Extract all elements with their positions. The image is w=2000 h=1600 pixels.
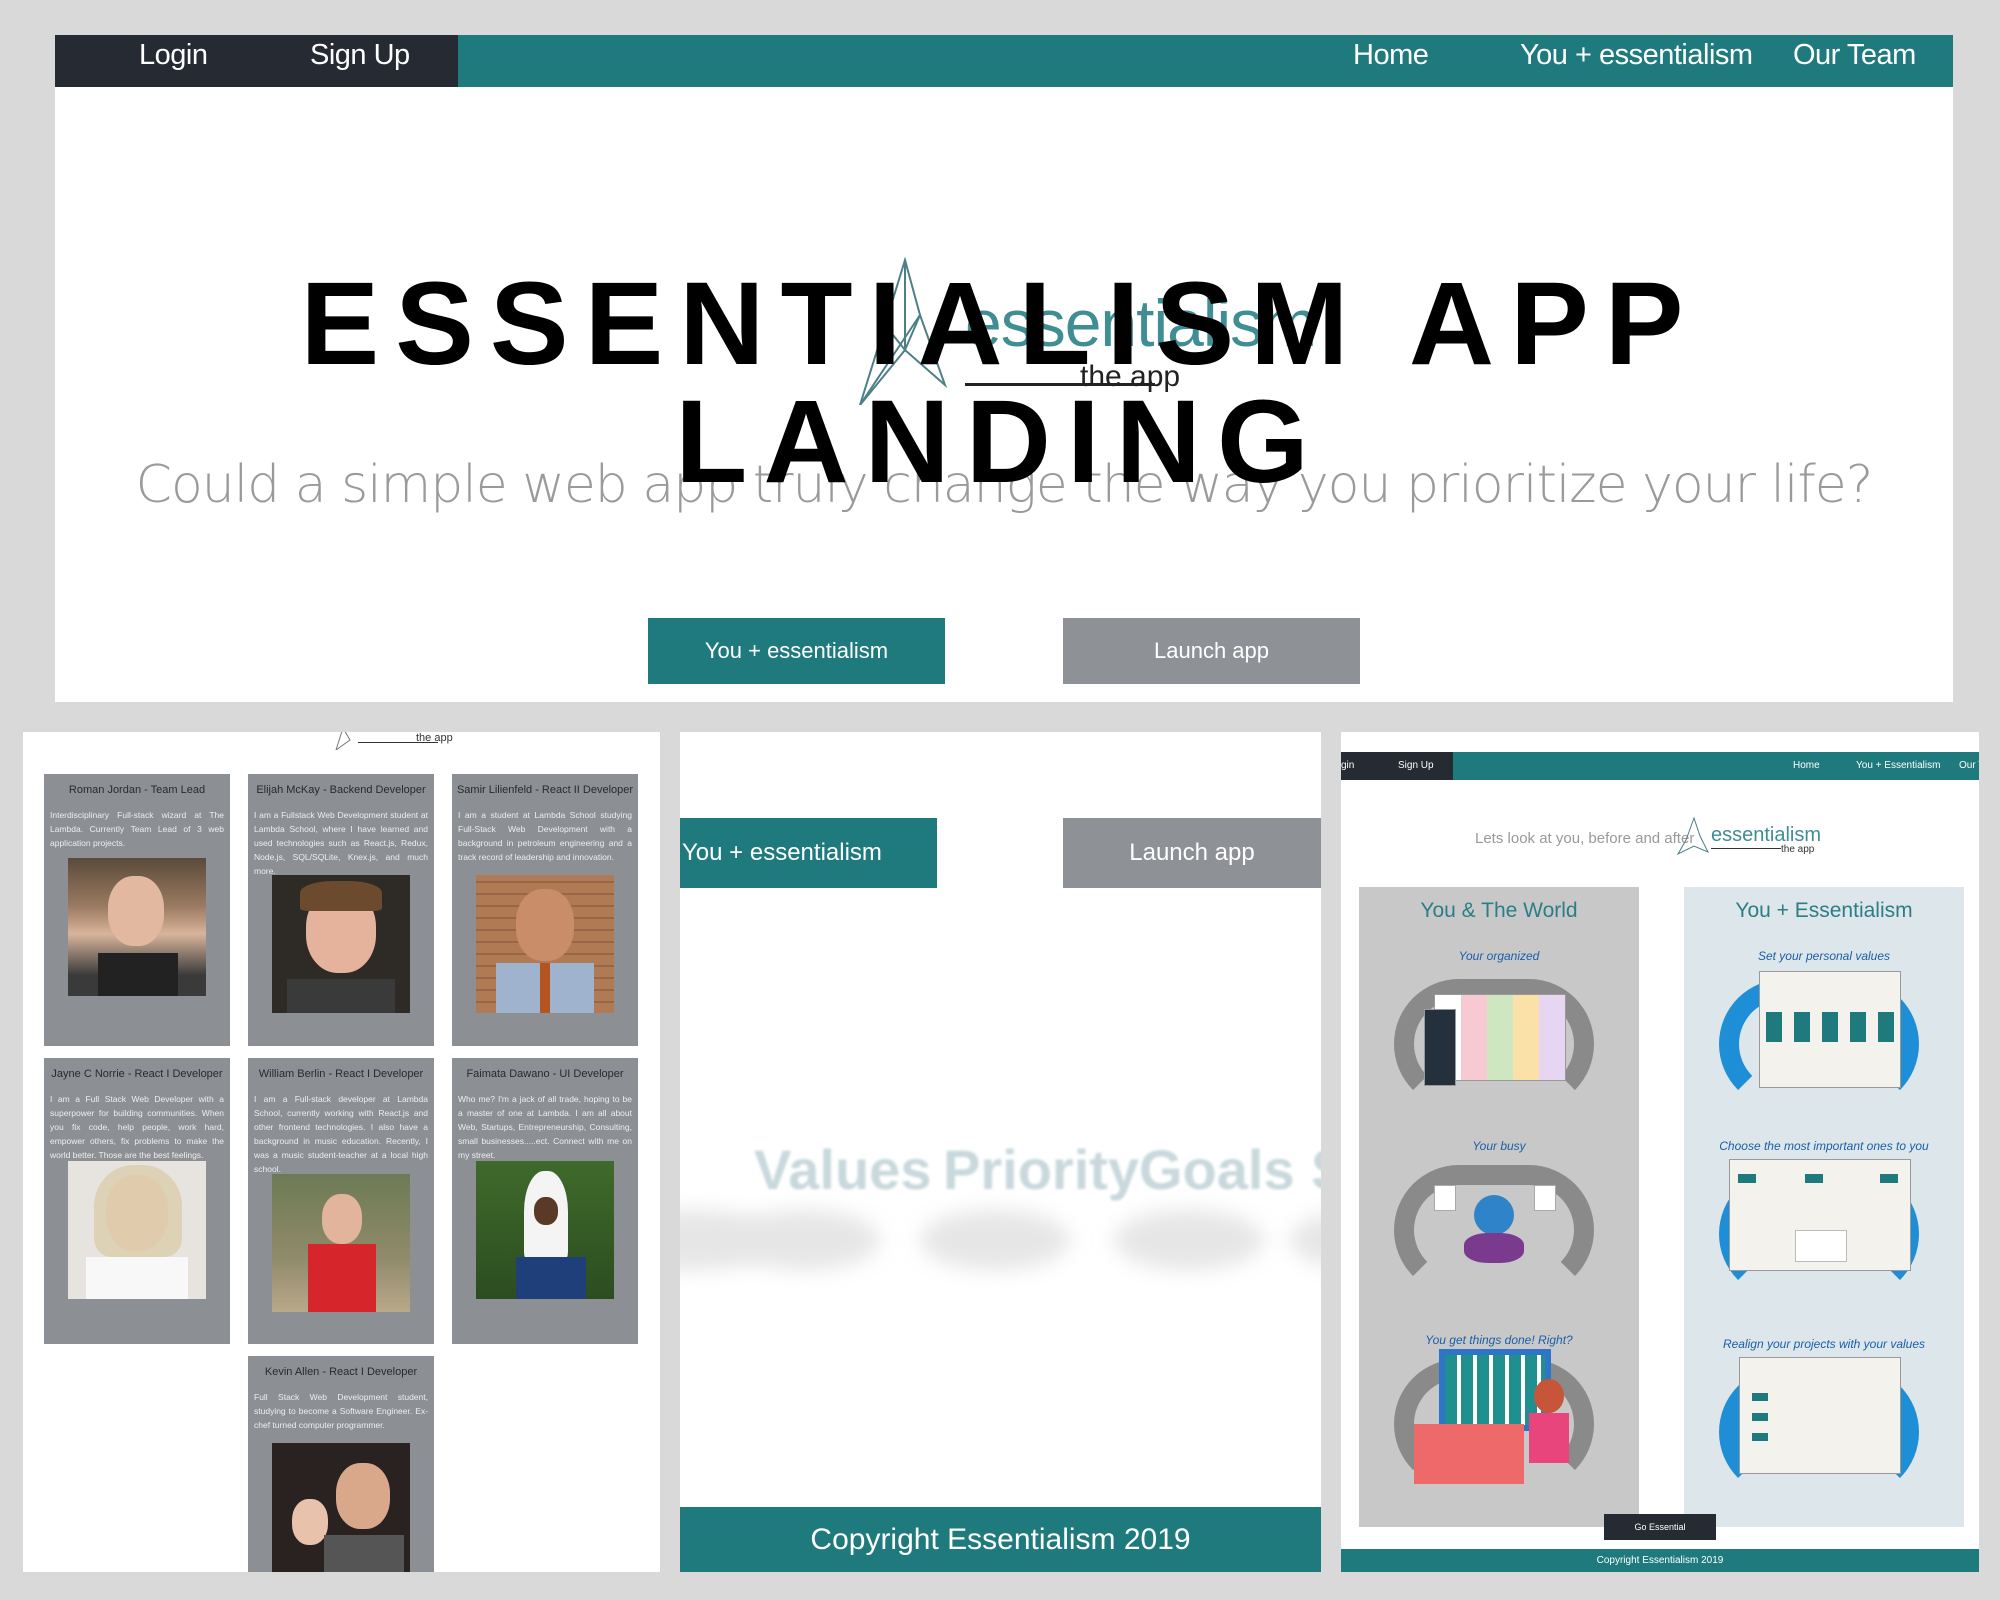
before-after-intro: Lets look at you, before and after — [1475, 830, 1695, 847]
origami-crane-icon — [1676, 816, 1710, 856]
logo-subtitle: the app — [1781, 844, 1815, 855]
you-essentialism-button[interactable]: You + essentialism — [680, 818, 937, 888]
gray-cloud-illustration — [1394, 969, 1604, 1119]
team-card: Kevin Allen - React I Developer Full Sta… — [248, 1356, 434, 1572]
crane-icon — [328, 732, 358, 752]
blurred-shadow — [1114, 1210, 1264, 1270]
priority-word: Priority — [943, 1138, 1140, 1201]
team-card: Elijah McKay - Backend Developer I am a … — [248, 774, 434, 1046]
team-member-name: Samir Lilienfeld - React II Developer — [456, 784, 634, 796]
team-member-bio: I am a Fullstack Web Development student… — [254, 810, 428, 876]
before-column-title: You & The World — [1420, 899, 1578, 922]
go-essential-button[interactable]: Go Essential — [1604, 1514, 1716, 1540]
overlay-title-line-1: ESSENTIALISM APP — [300, 258, 1700, 390]
team-member-photo — [476, 1161, 614, 1299]
team-member-name: William Berlin - React I Developer — [258, 1068, 424, 1080]
team-screenshot: the app Roman Jordan - Team Lead Interdi… — [23, 732, 660, 1572]
nav-account — [1341, 752, 1453, 780]
after-column-title: You + Essentialism — [1735, 899, 1913, 922]
values-word: Values — [754, 1138, 932, 1201]
blurred-shadow — [920, 1210, 1070, 1270]
blurred-shadow — [730, 1210, 880, 1270]
team-card: Jayne C Norrie - React I Developer I am … — [44, 1058, 230, 1344]
team-member-photo — [68, 1161, 206, 1299]
nav-signup-link[interactable]: Sign Up — [1398, 760, 1434, 771]
copyright-footer: Copyright Essentialism 2019 — [680, 1507, 1321, 1572]
team-member-photo — [272, 1443, 410, 1572]
team-member-bio: Full Stack Web Development student, stud… — [254, 1392, 428, 1430]
blurred-shadow — [1290, 1210, 1321, 1270]
blue-cloud-illustration — [1719, 1357, 1929, 1507]
nav-login-link[interactable]: gin — [1341, 760, 1354, 771]
after-step-label: Set your personal values — [1757, 949, 1891, 963]
overlay-title: ESSENTIALISM APP LANDING — [0, 265, 2000, 501]
nav-home-link[interactable]: Home — [1353, 39, 1429, 72]
team-member-name: Jayne C Norrie - React I Developer — [51, 1068, 223, 1080]
team-member-name: Roman Jordan - Team Lead — [68, 784, 206, 796]
gray-cloud-illustration — [1394, 1349, 1604, 1499]
team-card: William Berlin - React I Developer I am … — [248, 1058, 434, 1344]
nav-signup-link[interactable]: Sign Up — [310, 39, 410, 72]
after-step-label: Realign your projects with your values — [1722, 1337, 1926, 1351]
blue-cloud-illustration — [1719, 969, 1929, 1119]
team-member-bio: Interdisciplinary Full-stack wizard at T… — [50, 810, 224, 848]
launch-app-button[interactable]: Launch app — [1063, 818, 1321, 888]
goals-word: Goals — [1139, 1138, 1295, 1201]
team-member-bio: I am a Full-stack developer at Lambda Sc… — [254, 1094, 428, 1174]
nav-you-essentialism-link[interactable]: You + Essentialism — [1856, 760, 1940, 771]
values-screenshot: You + essentialism Launch app Values Pri… — [680, 732, 1321, 1572]
team-member-name: Elijah McKay - Backend Developer — [256, 784, 426, 796]
before-step-label: You get things done! Right? — [1425, 1333, 1573, 1347]
copyright-footer: Copyright Essentialism 2019 — [1341, 1549, 1979, 1572]
nav-home-link[interactable]: Home — [1793, 760, 1820, 771]
team-member-bio: I am a student at Lambda School studying… — [458, 810, 632, 862]
launch-app-button[interactable]: Launch app — [1063, 618, 1360, 684]
you-essentialism-button[interactable]: You + essentialism — [648, 618, 945, 684]
team-member-name: Kevin Allen - React I Developer — [264, 1366, 418, 1378]
partial-word: S — [1311, 1137, 1321, 1202]
team-card: Faimata Dawano - UI Developer Who me? I'… — [452, 1058, 638, 1344]
team-card: Roman Jordan - Team Lead Interdisciplina… — [44, 774, 230, 1046]
nav-our-team-link[interactable]: Our Team — [1793, 39, 1916, 72]
after-column: You + Essentialism Set your personal val… — [1684, 887, 1964, 1527]
before-after-screenshot: gin Sign Up Home You + Essentialism Our … — [1341, 732, 1979, 1572]
team-member-name: Faimata Dawano - UI Developer — [466, 1068, 624, 1080]
before-step-label: Your busy — [1472, 1139, 1526, 1153]
team-member-photo — [476, 875, 614, 1013]
overlay-title-line-2: LANDING — [675, 376, 1325, 508]
team-member-photo — [272, 875, 410, 1013]
nav-our-team-link[interactable]: Our T — [1959, 760, 1979, 771]
nav-you-essentialism-link[interactable]: You + essentialism — [1520, 39, 1753, 72]
blue-cloud-illustration — [1719, 1159, 1929, 1309]
before-step-label: Your organized — [1458, 949, 1540, 963]
team-member-bio: Who me? I'm a jack of all trade, hoping … — [458, 1094, 632, 1160]
after-step-label: Choose the most important ones to you — [1719, 1139, 1929, 1153]
team-card: Samir Lilienfeld - React II Developer I … — [452, 774, 638, 1046]
team-member-bio: I am a Full Stack Web Developer with a s… — [50, 1094, 224, 1160]
nav-login-link[interactable]: Login — [139, 39, 208, 72]
before-column: You & The World Your organized Your busy… — [1359, 887, 1639, 1527]
logo-underline — [1711, 848, 1781, 849]
team-logo-subtitle: the app — [416, 732, 453, 744]
team-member-photo — [68, 858, 206, 996]
team-member-photo — [272, 1174, 410, 1312]
gray-cloud-illustration — [1394, 1155, 1604, 1305]
